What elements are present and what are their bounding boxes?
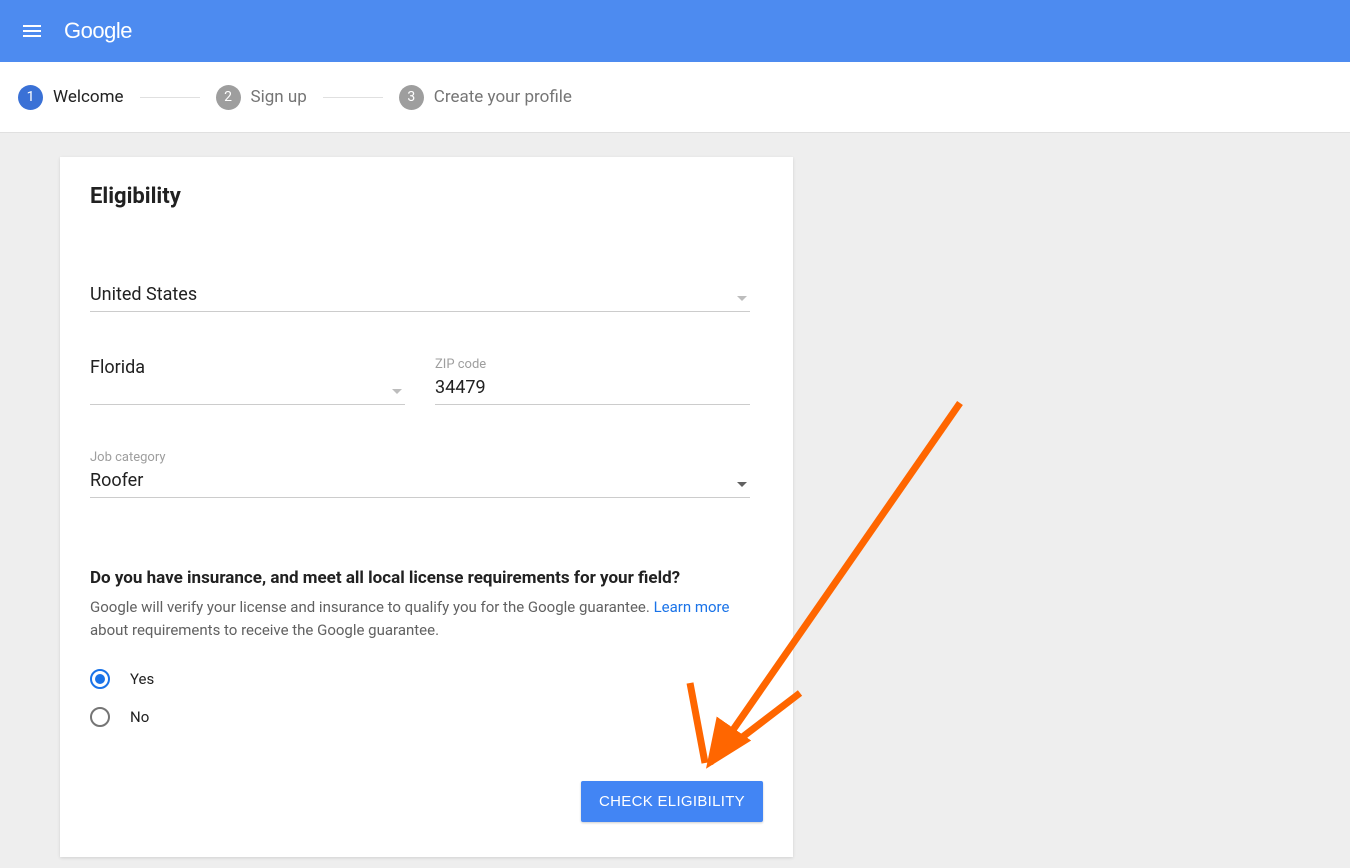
eligibility-card: Eligibility United States Florida ZIP co… bbox=[60, 157, 793, 857]
content-area: Eligibility United States Florida ZIP co… bbox=[0, 133, 1350, 857]
zip-field[interactable]: ZIP code 34479 bbox=[435, 357, 750, 405]
zip-label: ZIP code bbox=[435, 357, 750, 372]
state-value: Florida bbox=[90, 357, 405, 378]
job-category-label: Job category bbox=[90, 450, 750, 465]
step-label-welcome: Welcome bbox=[53, 87, 124, 107]
radio-yes[interactable]: Yes bbox=[90, 669, 763, 689]
radio-icon-unselected bbox=[90, 707, 110, 727]
step-label-profile: Create your profile bbox=[434, 87, 572, 107]
radio-yes-label: Yes bbox=[130, 670, 154, 688]
radio-no-label: No bbox=[130, 708, 149, 726]
step-number-2: 2 bbox=[216, 85, 241, 110]
job-category-select[interactable]: Job category Roofer bbox=[90, 450, 750, 498]
zip-value: 34479 bbox=[435, 377, 750, 398]
state-select[interactable]: Florida bbox=[90, 357, 405, 405]
question-title: Do you have insurance, and meet all loca… bbox=[90, 568, 763, 588]
card-title: Eligibility bbox=[90, 184, 763, 209]
step-label-signup: Sign up bbox=[251, 87, 307, 107]
country-value: United States bbox=[90, 284, 750, 305]
step-profile[interactable]: 3 Create your profile bbox=[399, 85, 572, 110]
step-signup[interactable]: 2 Sign up bbox=[216, 85, 307, 110]
chevron-down-icon bbox=[737, 296, 747, 301]
question-description: Google will verify your license and insu… bbox=[90, 596, 763, 641]
menu-icon[interactable] bbox=[20, 19, 44, 43]
check-eligibility-button[interactable]: CHECK ELIGIBILITY bbox=[581, 781, 763, 822]
stepper-bar: 1 Welcome 2 Sign up 3 Create your profil… bbox=[0, 62, 1350, 133]
learn-more-link[interactable]: Learn more bbox=[654, 598, 730, 616]
google-logo: Google bbox=[64, 18, 132, 44]
step-welcome[interactable]: 1 Welcome bbox=[18, 85, 124, 110]
insurance-radio-group: Yes No bbox=[90, 669, 763, 727]
top-bar: Google bbox=[0, 0, 1350, 62]
chevron-down-icon bbox=[737, 482, 747, 487]
job-category-value: Roofer bbox=[90, 470, 750, 491]
radio-no[interactable]: No bbox=[90, 707, 763, 727]
step-number-1: 1 bbox=[18, 85, 43, 110]
insurance-question: Do you have insurance, and meet all loca… bbox=[90, 568, 763, 727]
radio-icon-selected bbox=[90, 669, 110, 689]
step-divider bbox=[140, 97, 200, 98]
country-select[interactable]: United States bbox=[90, 284, 750, 312]
step-number-3: 3 bbox=[399, 85, 424, 110]
chevron-down-icon bbox=[392, 389, 402, 394]
step-divider bbox=[323, 97, 383, 98]
